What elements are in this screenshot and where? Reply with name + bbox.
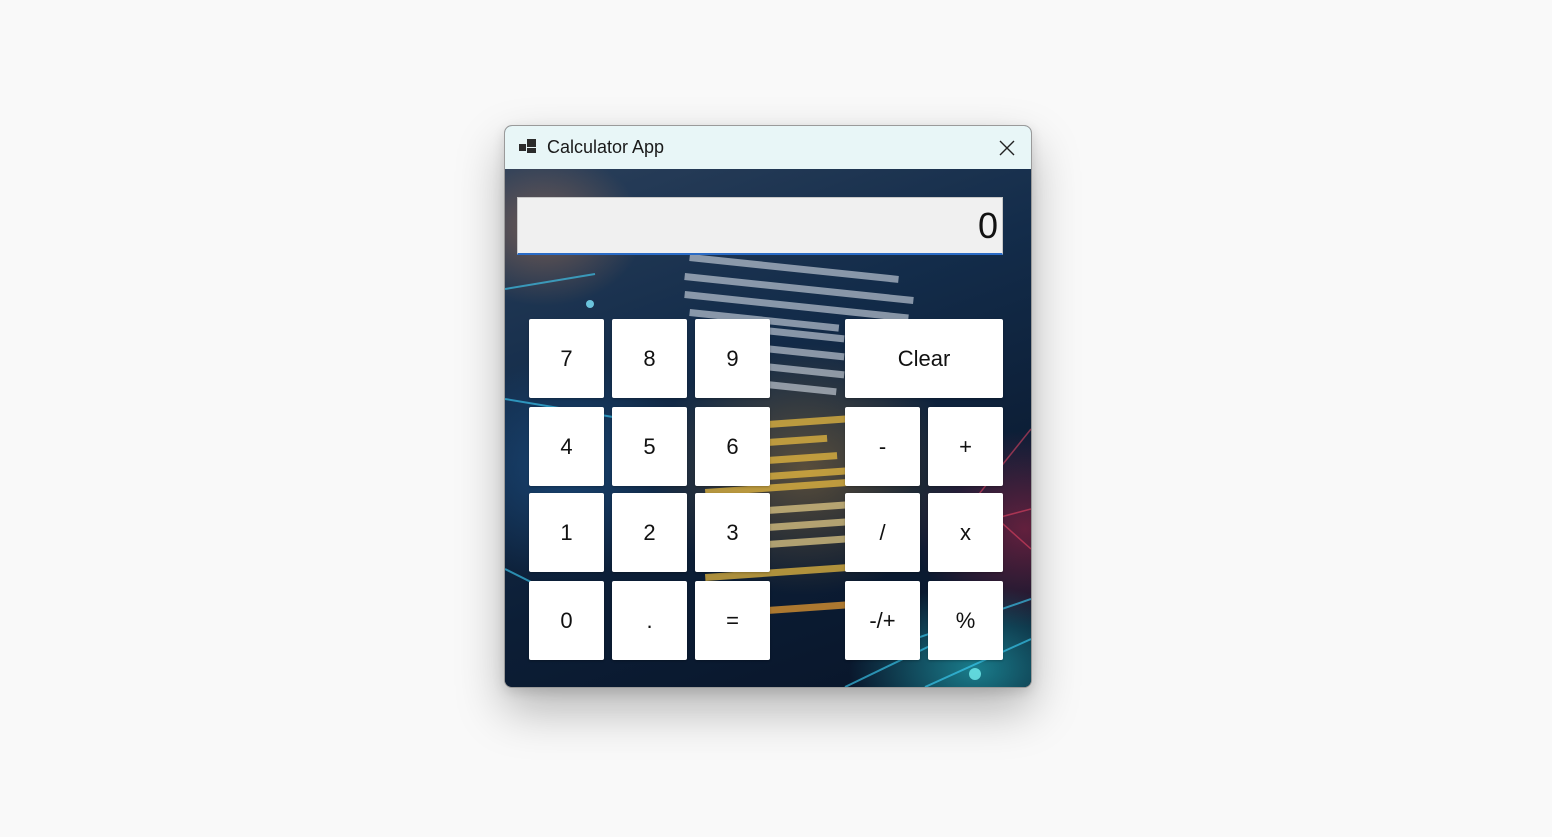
equals-button[interactable]: =: [695, 581, 770, 660]
decimal-point-button[interactable]: .: [612, 581, 687, 660]
multiply-button[interactable]: x: [928, 493, 1003, 572]
minus-button[interactable]: -: [845, 407, 920, 486]
digit-2-button[interactable]: 2: [612, 493, 687, 572]
result-display: 0: [517, 197, 1003, 255]
negate-button[interactable]: -/+: [845, 581, 920, 660]
digit-6-button[interactable]: 6: [695, 407, 770, 486]
percent-button[interactable]: %: [928, 581, 1003, 660]
digit-7-button[interactable]: 7: [529, 319, 604, 398]
digit-0-button[interactable]: 0: [529, 581, 604, 660]
window-title: Calculator App: [547, 137, 665, 157]
close-icon: [999, 140, 1015, 155]
app-window-icon: [519, 139, 536, 153]
digit-9-button[interactable]: 9: [695, 319, 770, 398]
digit-8-button[interactable]: 8: [612, 319, 687, 398]
close-button[interactable]: [983, 126, 1031, 169]
divide-button[interactable]: /: [845, 493, 920, 572]
calculator-window: Calculator App 0 7 8 9 Clear 4 5 6 - + 1…: [504, 125, 1032, 688]
digit-4-button[interactable]: 4: [529, 407, 604, 486]
digit-3-button[interactable]: 3: [695, 493, 770, 572]
digit-5-button[interactable]: 5: [612, 407, 687, 486]
calculator-body: 0 7 8 9 Clear 4 5 6 - + 1 2 3 / x 0 . = …: [505, 169, 1031, 687]
title-bar[interactable]: Calculator App: [505, 126, 1031, 169]
plus-button[interactable]: +: [928, 407, 1003, 486]
digit-1-button[interactable]: 1: [529, 493, 604, 572]
display-value: 0: [977, 205, 998, 246]
clear-button[interactable]: Clear: [845, 319, 1003, 398]
